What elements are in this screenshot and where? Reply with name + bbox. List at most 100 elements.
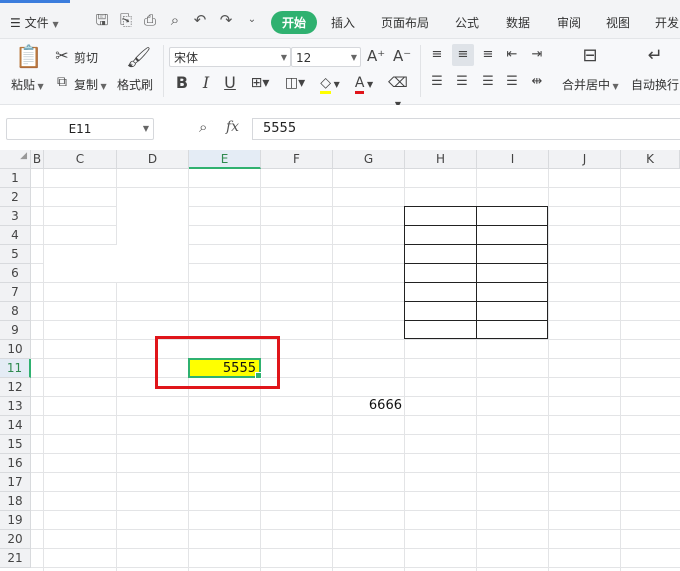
zoom-icon[interactable]: ⌕: [199, 118, 207, 136]
print-icon[interactable]: ⎙: [142, 12, 158, 28]
copy-label: 复制: [74, 78, 99, 92]
gridline: [31, 510, 680, 511]
bold-icon[interactable]: B: [174, 74, 190, 92]
gridline: [31, 301, 680, 302]
paste-icon[interactable]: 📋: [15, 45, 42, 71]
annotation-highlight-box: [155, 336, 280, 389]
corner-triangle-icon: ◢: [20, 151, 27, 161]
font-color-icon[interactable]: A ▼: [351, 74, 377, 94]
row-header-3[interactable]: 3: [0, 207, 31, 226]
row-header-21[interactable]: 21: [0, 549, 31, 568]
wrap-text-button[interactable]: 自动换行: [631, 76, 679, 93]
borders-icon[interactable]: ⊞▾: [247, 74, 273, 92]
row-header-14[interactable]: 14: [0, 416, 31, 435]
row-header-8[interactable]: 8: [0, 302, 31, 321]
ribbon-divider: [420, 45, 421, 97]
row-header-15[interactable]: 15: [0, 435, 31, 454]
select-all-corner[interactable]: ◢: [0, 150, 31, 169]
file-menu[interactable]: ☰ 文件 ▼: [10, 14, 59, 31]
row-header-9[interactable]: 9: [0, 321, 31, 340]
column-header-h[interactable]: H: [405, 150, 477, 169]
cut-button[interactable]: 剪切: [74, 49, 98, 66]
row-header-17[interactable]: 17: [0, 473, 31, 492]
undo-icon[interactable]: ↶: [192, 12, 208, 28]
paste-label: 粘贴: [11, 78, 36, 92]
column-header-b[interactable]: B: [31, 150, 44, 169]
cell-style-icon[interactable]: ◫▾: [281, 74, 309, 92]
column-header-g[interactable]: G: [333, 150, 405, 169]
row-header-11[interactable]: 11: [0, 359, 31, 378]
tab-data[interactable]: 数据: [506, 14, 530, 31]
format-painter-button[interactable]: 格式刷: [117, 76, 153, 93]
decrease-indent-icon[interactable]: ⇤: [503, 46, 521, 64]
row-header-18[interactable]: 18: [0, 492, 31, 511]
column-header-k[interactable]: K: [621, 150, 680, 169]
justify-icon[interactable]: ☰: [503, 73, 521, 91]
row-header-6[interactable]: 6: [0, 264, 31, 283]
formula-input[interactable]: 5555: [252, 118, 680, 140]
tab-developer[interactable]: 开发: [655, 14, 679, 31]
paste-button[interactable]: 粘贴 ▼: [11, 76, 44, 93]
export-pdf-icon[interactable]: ⎘: [118, 12, 134, 28]
align-right-icon[interactable]: ☰: [479, 73, 497, 91]
row-header-19[interactable]: 19: [0, 511, 31, 530]
copy-button[interactable]: 复制 ▼: [74, 76, 107, 93]
align-top-icon[interactable]: ≡: [428, 46, 446, 64]
column-header-e[interactable]: E: [189, 150, 261, 169]
tab-formulas[interactable]: 公式: [455, 14, 479, 31]
align-bottom-icon[interactable]: ≡: [479, 46, 497, 64]
merge-cells-icon: ⊟: [582, 45, 598, 66]
decrease-font-icon[interactable]: A⁻: [393, 47, 411, 65]
font-size-select[interactable]: 12 ▼: [291, 47, 361, 67]
row-header-13[interactable]: 13: [0, 397, 31, 416]
font-name-select[interactable]: 宋体 ▼: [169, 47, 291, 67]
column-header-j[interactable]: J: [549, 150, 621, 169]
row-header-16[interactable]: 16: [0, 454, 31, 473]
ribbon-divider: [163, 45, 164, 97]
tab-review[interactable]: 审阅: [557, 14, 581, 31]
tab-view[interactable]: 视图: [606, 14, 630, 31]
cell-g13[interactable]: 6666: [333, 397, 404, 416]
increase-indent-icon[interactable]: ⇥: [528, 46, 546, 64]
fx-icon[interactable]: fx: [226, 119, 239, 135]
row-header-5[interactable]: 5: [0, 245, 31, 264]
name-box[interactable]: E11 ▼: [6, 118, 154, 140]
customize-toolbar-icon[interactable]: ⌄: [244, 12, 260, 28]
column-header-c[interactable]: C: [44, 150, 117, 169]
distribute-icon[interactable]: ⇹: [528, 73, 546, 91]
row-header-1[interactable]: 1: [0, 169, 31, 188]
align-left-icon[interactable]: ☰: [428, 73, 446, 91]
column-header-d[interactable]: D: [117, 150, 189, 169]
tab-home[interactable]: 开始: [271, 11, 318, 34]
merge-center-button[interactable]: 合并居中 ▼: [562, 76, 619, 93]
row-header-10[interactable]: 10: [0, 340, 31, 359]
row-header-20[interactable]: 20: [0, 530, 31, 549]
row-header-7[interactable]: 7: [0, 283, 31, 302]
gridline: [31, 529, 680, 530]
row-header-12[interactable]: 12: [0, 378, 31, 397]
row-header-2[interactable]: 2: [0, 188, 31, 207]
print-preview-icon[interactable]: ⌕: [167, 12, 183, 28]
row-header-4[interactable]: 4: [0, 226, 31, 245]
align-center-icon[interactable]: ☰: [453, 73, 471, 91]
underline-icon[interactable]: U: [222, 74, 238, 92]
column-header-f[interactable]: F: [261, 150, 333, 169]
gridline: [31, 358, 680, 359]
save-icon[interactable]: 🖫: [94, 12, 110, 28]
italic-icon[interactable]: I: [198, 74, 214, 92]
ribbon: 📋 粘贴 ▼ ✂ 剪切 ⧉ 复制 ▼ 🖌 格式刷 宋体 ▼ 12 ▼ A⁺ A⁻…: [0, 39, 680, 109]
tab-page-layout[interactable]: 页面布局: [381, 14, 429, 31]
fill-color-icon[interactable]: ◇ ▼: [316, 74, 344, 94]
column-header-i[interactable]: I: [477, 150, 549, 169]
gridline: [31, 377, 680, 378]
cell-reference: E11: [68, 122, 92, 136]
gridline: [31, 548, 680, 549]
spreadsheet-grid: ◢ B C D E F G H I J K 1 2 3 4 5 6 7 8 9 …: [0, 150, 680, 571]
align-middle-icon[interactable]: ≡: [452, 44, 474, 66]
chevron-down-icon: ▼: [35, 82, 44, 91]
gridline: [31, 472, 680, 473]
tab-insert[interactable]: 插入: [331, 14, 355, 31]
wrap-text-icon: ↵: [647, 45, 663, 66]
redo-icon[interactable]: ↷: [218, 12, 234, 28]
increase-font-icon[interactable]: A⁺: [367, 47, 385, 65]
